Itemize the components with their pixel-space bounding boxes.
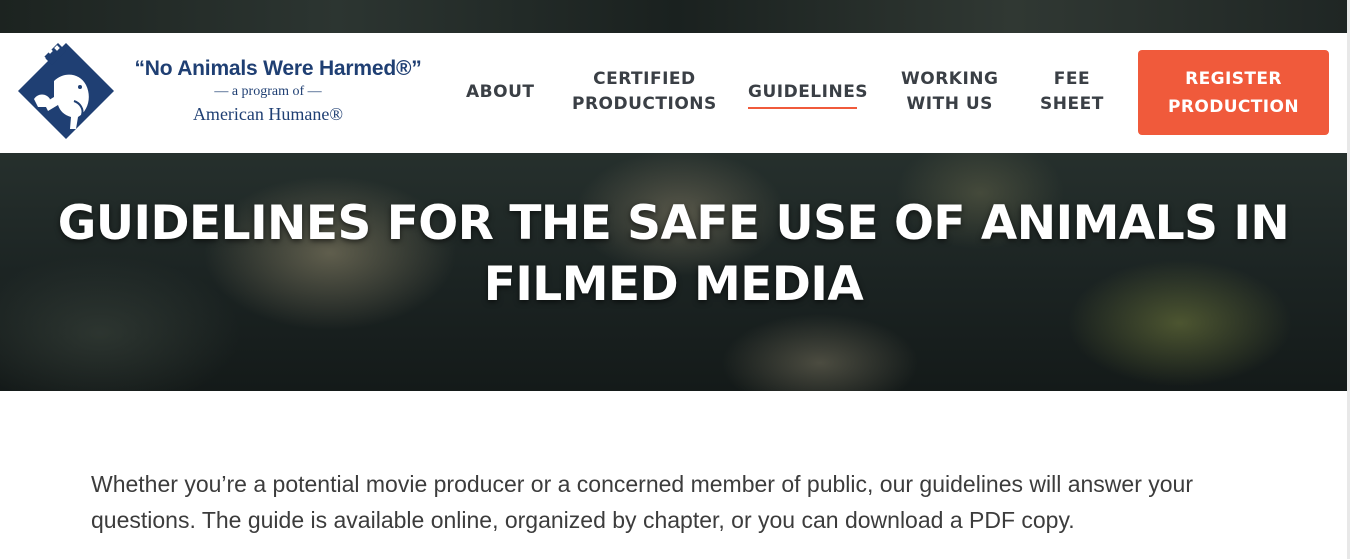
site-header: “No Animals Were Harmed®” — a program of… [0,33,1347,153]
nav-item-label: CERTIFIED [593,69,696,89]
nav-item-label: SHEET [1040,94,1104,114]
nav-item-label: ABOUT [466,82,535,102]
nav-item-certified-productions[interactable]: CERTIFIED PRODUCTIONS [572,67,717,117]
site-logo[interactable]: “No Animals Were Harmed®” — a program of… [14,41,434,145]
nav-item-fee-sheet[interactable]: FEE SHEET [1040,67,1104,117]
nav-item-working-with-us[interactable]: WORKING WITH US [901,67,998,117]
nav-item-about[interactable]: ABOUT [466,80,534,105]
hero-banner: GUIDELINES FOR THE SAFE USE OF ANIMALS I… [0,153,1347,391]
register-button-label: REGISTER [1185,69,1282,89]
logo-title: “No Animals Were Harmed®” [134,57,422,80]
nav-item-label: GUIDELINES [748,82,869,102]
active-nav-indicator [748,107,857,109]
nav-item-label: PRODUCTIONS [572,94,717,114]
nav-item-label: WORKING [901,69,999,89]
hero-image-top-strip [0,0,1350,33]
intro-paragraph: Whether you’re a potential movie produce… [91,471,1194,533]
film-strip-animals-icon [18,43,114,139]
nav-item-label: WITH US [906,94,993,114]
nav-item-label: FEE [1053,69,1091,89]
logo-subtitle: — a program of — [214,84,322,99]
register-production-button[interactable]: REGISTER PRODUCTION [1138,50,1329,135]
page-title: GUIDELINES FOR THE SAFE USE OF ANIMALS I… [57,196,1290,312]
logo-organization: American Humane® [192,104,344,124]
nav-item-guidelines[interactable]: GUIDELINES [748,80,868,105]
register-button-label: PRODUCTION [1168,97,1299,117]
